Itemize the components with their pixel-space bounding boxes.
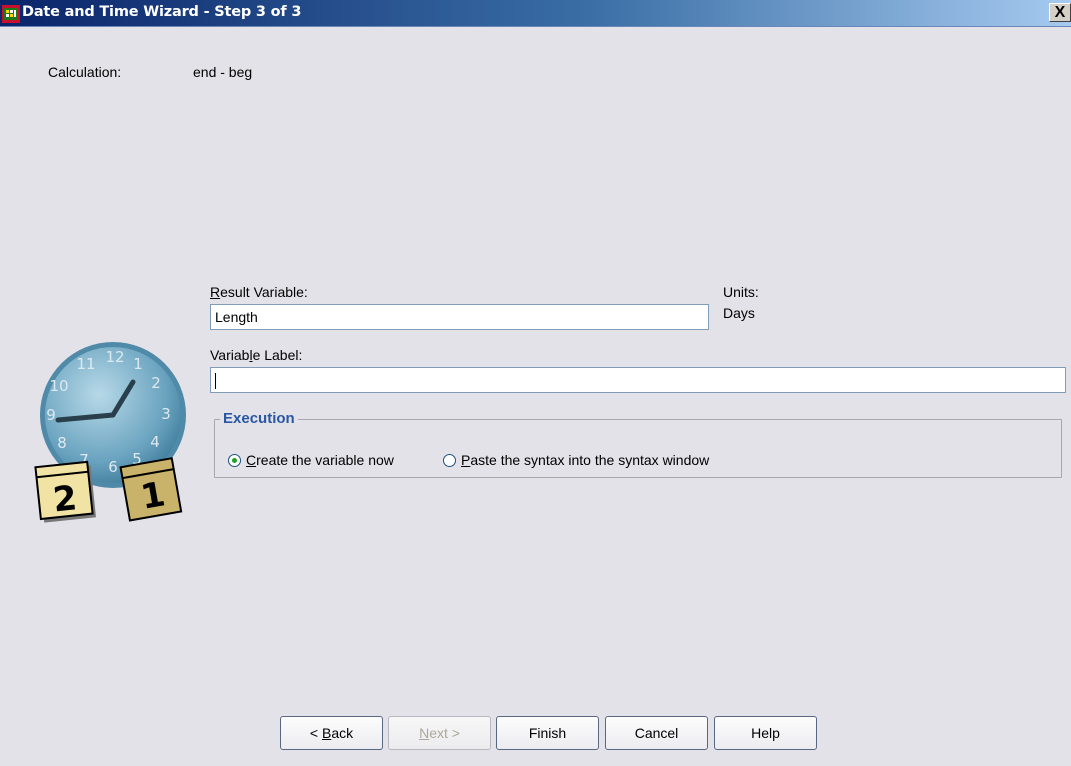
variable-label-label: Variable Label: — [210, 347, 303, 363]
title-bar[interactable]: Date and Time Wizard - Step 3 of 3 X — [0, 0, 1071, 27]
calendar-left-number: 2 — [51, 478, 79, 520]
window-title: Date and Time Wizard - Step 3 of 3 — [22, 4, 302, 20]
spss-app-icon — [2, 5, 20, 23]
clock-number-6: 6 — [108, 458, 118, 476]
paste-syntax-option[interactable]: Paste the syntax into the syntax window — [443, 452, 709, 468]
calculation-value: end - beg — [193, 64, 253, 80]
clock-number-9: 9 — [46, 406, 56, 424]
clock-number-12: 12 — [105, 348, 124, 366]
calculation-label: Calculation: — [48, 64, 122, 80]
units-value: Days — [723, 305, 755, 321]
result-variable-input[interactable]: Length — [210, 304, 709, 330]
variable-label-input[interactable] — [210, 367, 1066, 393]
cancel-button[interactable]: Cancel — [605, 716, 708, 750]
clock-number-8: 8 — [57, 434, 67, 452]
clock-calendar-icon: 12 1 2 3 4 5 6 7 8 9 10 11 2 1 — [34, 342, 186, 523]
execution-legend: Execution — [220, 410, 298, 427]
execution-group — [214, 419, 1062, 478]
clock-number-1: 1 — [133, 355, 143, 373]
radio-selected-icon[interactable] — [228, 453, 241, 467]
clock-number-3: 3 — [161, 405, 171, 423]
clock-number-2: 2 — [151, 374, 161, 392]
units-label: Units: — [723, 284, 759, 300]
next-button[interactable]: Next > — [388, 716, 491, 750]
result-variable-label: Result Variable: — [210, 284, 308, 300]
back-button[interactable]: < Back — [280, 716, 383, 750]
radio-unselected-icon[interactable] — [443, 453, 456, 467]
clock-number-4: 4 — [150, 433, 160, 451]
close-button[interactable]: X — [1049, 3, 1071, 22]
finish-button[interactable]: Finish — [496, 716, 599, 750]
create-variable-now-option[interactable]: Create the variable now — [228, 452, 394, 468]
clock-number-10: 10 — [49, 377, 68, 395]
clock-number-11: 11 — [76, 355, 95, 373]
help-button[interactable]: Help — [714, 716, 817, 750]
text-caret — [215, 373, 216, 390]
